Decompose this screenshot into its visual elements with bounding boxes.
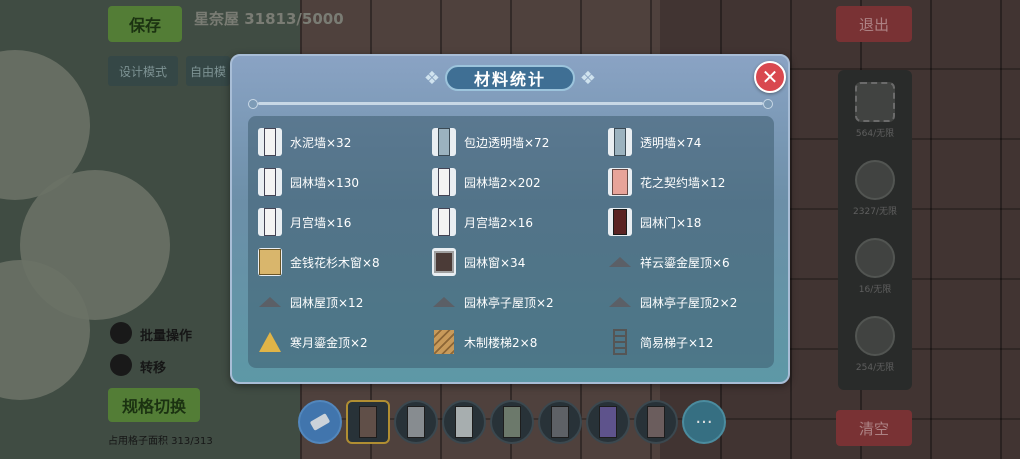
material-label: 园林墙2×202 [464,175,541,190]
material-item: 简易梯子×12 [608,322,778,362]
dialog-title: 材料统计 [445,65,575,91]
wall-icon [258,168,282,196]
material-item: 园林亭子屋顶2×2 [608,282,778,322]
material-item: 月宫墙×16 [258,202,432,242]
glass-icon [608,128,632,156]
material-label: 水泥墙×32 [290,135,352,150]
material-label: 木制楼梯2×8 [464,335,538,350]
material-label: 透明墙×74 [640,135,702,150]
material-list: 水泥墙×32 包边透明墙×72 透明墙×74 园林墙×130 园林墙2×202 花之契约墙… [248,116,774,368]
ornament-left-icon: ❖ [423,67,441,89]
material-label: 园林门×18 [640,215,702,230]
material-stats-dialog: ❖ 材料统计 ❖ ✕ 水泥墙×32 包边透明墙×72 透明墙×74 园林墙×130 园林… [230,54,790,384]
material-label: 包边透明墙×72 [464,135,550,150]
win2-icon [432,248,456,276]
stairs-icon [432,328,456,356]
material-item: 透明墙×74 [608,122,778,162]
roof-icon [608,288,632,316]
material-item: 花之契约墙×12 [608,162,778,202]
close-icon: ✕ [761,65,779,89]
material-label: 园林墙×130 [290,175,359,190]
material-item: 园林亭子屋顶×2 [432,282,608,322]
material-item: 园林屋顶×12 [258,282,432,322]
material-item: 园林窗×34 [432,242,608,282]
material-item: 园林门×18 [608,202,778,242]
material-item: 祥云鎏金屋顶×6 [608,242,778,282]
material-label: 园林窗×34 [464,255,526,270]
material-item: 金钱花杉木窗×8 [258,242,432,282]
wall-icon [258,208,282,236]
glass-icon [432,128,456,156]
wall-icon [432,168,456,196]
material-item: 寒月鎏金顶×2 [258,322,432,362]
material-label: 金钱花杉木窗×8 [290,255,380,270]
material-label: 寒月鎏金顶×2 [290,335,368,350]
material-grid: 水泥墙×32 包边透明墙×72 透明墙×74 园林墙×130 园林墙2×202 花之契约墙… [258,122,778,362]
window-icon [258,248,282,276]
material-item: 包边透明墙×72 [432,122,608,162]
gold-icon [258,328,282,356]
material-item: 月宫墙2×16 [432,202,608,242]
material-label: 花之契约墙×12 [640,175,726,190]
ladder-icon [608,328,632,356]
wall-icon [258,128,282,156]
divider [248,99,773,109]
roof-icon [258,288,282,316]
dialog-header: ❖ 材料统计 ❖ [412,64,608,92]
material-item: 水泥墙×32 [258,122,432,162]
material-item: 园林墙×130 [258,162,432,202]
material-label: 园林亭子屋顶2×2 [640,295,738,310]
door-icon [608,208,632,236]
material-label: 简易梯子×12 [640,335,714,350]
material-label: 园林亭子屋顶×2 [464,295,554,310]
wall-icon [432,208,456,236]
close-button[interactable]: ✕ [754,61,786,93]
material-label: 月宫墙×16 [290,215,352,230]
material-label: 祥云鎏金屋顶×6 [640,255,730,270]
material-item: 木制楼梯2×8 [432,322,608,362]
material-label: 月宫墙2×16 [464,215,533,230]
material-item: 园林墙2×202 [432,162,608,202]
ornament-right-icon: ❖ [579,67,597,89]
roof-icon [432,288,456,316]
roof-icon [608,248,632,276]
material-label: 园林屋顶×12 [290,295,364,310]
pink-icon [608,168,632,196]
